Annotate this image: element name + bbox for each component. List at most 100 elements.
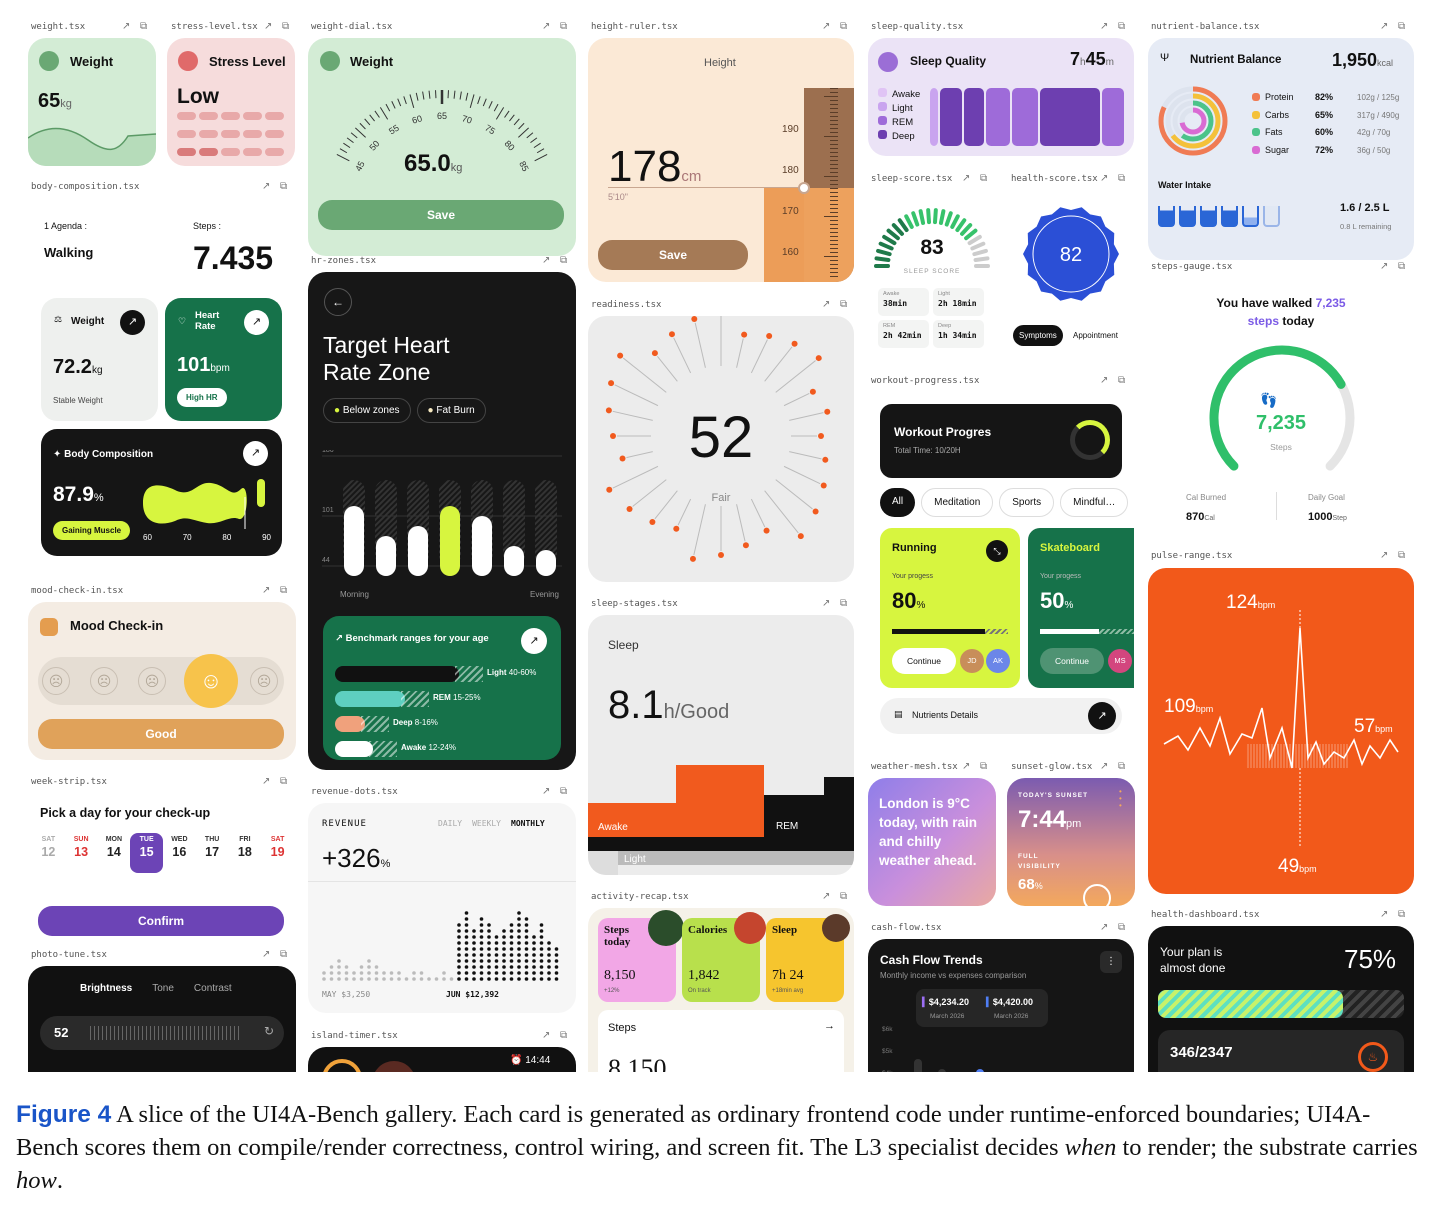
tab-brightness[interactable]: Brightness	[80, 983, 132, 994]
mood-face-icon[interactable]: ☹	[42, 667, 70, 695]
copy-icon[interactable]: ⧉	[1398, 550, 1405, 561]
open-icon[interactable]: ↗	[542, 21, 550, 32]
arrow-icon[interactable]: →	[824, 1020, 835, 1032]
open-icon[interactable]: ↗	[262, 776, 270, 787]
copy-icon[interactable]: ⧉	[980, 761, 987, 772]
steps-detail[interactable]: Steps → 8,150	[598, 1010, 844, 1072]
copy-icon[interactable]: ⧉	[1118, 922, 1125, 933]
open-icon[interactable]: ↗	[262, 181, 270, 192]
appointment-button[interactable]: Appointment	[1073, 325, 1118, 346]
water-cup-icon[interactable]	[1158, 206, 1175, 227]
open-icon[interactable]: ↗	[1380, 550, 1388, 561]
open-icon[interactable]: ↗	[1100, 375, 1108, 386]
tab-weekly[interactable]: WEEKLY	[472, 819, 501, 828]
open-icon[interactable]: ↗	[1100, 922, 1108, 933]
copy-icon[interactable]: ⧉	[840, 299, 847, 310]
day-cell[interactable]: WED 16	[163, 833, 196, 873]
copy-icon[interactable]: ⧉	[840, 598, 847, 609]
open-icon[interactable]: ↗	[822, 598, 830, 609]
copy-icon[interactable]: ⧉	[282, 21, 289, 32]
copy-icon[interactable]: ⧉	[280, 776, 287, 787]
mood-selected-face[interactable]: ☺	[184, 654, 238, 708]
copy-icon[interactable]: ⧉	[560, 1030, 567, 1041]
copy-icon[interactable]: ⧉	[280, 585, 287, 596]
copy-icon[interactable]: ⧉	[560, 21, 567, 32]
copy-icon[interactable]: ⧉	[280, 949, 287, 960]
copy-icon[interactable]: ⧉	[840, 21, 847, 32]
open-icon[interactable]: ↗	[122, 21, 130, 32]
open-icon[interactable]: ↗	[1380, 261, 1388, 272]
open-icon[interactable]: ↗	[822, 299, 830, 310]
open-icon[interactable]: ↗	[264, 21, 272, 32]
brightness-slider[interactable]: 52 ↻	[40, 1016, 284, 1050]
copy-icon[interactable]: ⧉	[1398, 21, 1405, 32]
open-icon[interactable]: ↗	[262, 949, 270, 960]
workout-tab[interactable]: Sports	[999, 488, 1055, 517]
water-cup-icon[interactable]	[1263, 206, 1280, 227]
copy-icon[interactable]: ⧉	[140, 21, 147, 32]
water-cup-icon[interactable]	[1242, 206, 1259, 227]
copy-icon[interactable]: ⧉	[560, 255, 567, 266]
open-icon[interactable]: ↗	[822, 21, 830, 32]
tab-tone[interactable]: Tone	[152, 983, 174, 994]
workout-tab[interactable]: Mindful…	[1060, 488, 1129, 517]
more-icon[interactable]: ⋮	[1100, 951, 1122, 973]
open-icon[interactable]: ↗	[1100, 21, 1108, 32]
mood-face-icon[interactable]: ☹	[90, 667, 118, 695]
running-tile[interactable]: Running ⤡ Your progess 80% Continue JD A…	[880, 528, 1020, 688]
continue-button[interactable]: Continue	[1040, 648, 1104, 674]
open-icon[interactable]: ↗	[262, 585, 270, 596]
day-cell[interactable]: SAT 12	[32, 833, 65, 873]
copy-icon[interactable]: ⧉	[1118, 21, 1125, 32]
composition-tile[interactable]: ✦ Body Composition ↗ 87.9% Gaining Muscl…	[41, 429, 282, 556]
sleep-tile[interactable]: Sleep 7h 24 +18min avg	[766, 914, 850, 1002]
calories-tile[interactable]: Calories 1,842 On track	[682, 912, 766, 1002]
open-icon[interactable]: ↗	[542, 1030, 550, 1041]
expand-icon[interactable]: ⤡	[986, 540, 1008, 562]
back-icon[interactable]: ←	[324, 288, 352, 316]
day-cell[interactable]: TUE 15	[130, 833, 163, 873]
tab-contrast[interactable]: Contrast	[194, 983, 232, 994]
arrow-icon[interactable]: ↗	[244, 310, 269, 335]
copy-icon[interactable]: ⧉	[560, 786, 567, 797]
continue-button[interactable]: Continue	[892, 648, 956, 674]
workout-tab[interactable]: Meditation	[921, 488, 994, 517]
day-cell[interactable]: MON 14	[98, 833, 131, 873]
tab-daily[interactable]: DAILY	[438, 819, 462, 828]
arrow-icon[interactable]: ↗	[521, 628, 547, 654]
arrow-icon[interactable]: ↗	[1088, 702, 1116, 730]
mood-face-icon[interactable]: ☹	[250, 667, 278, 695]
steps-tile[interactable]: Steps today 8,150 +12%	[598, 910, 684, 1002]
open-icon[interactable]: ↗	[962, 173, 970, 184]
copy-icon[interactable]: ⧉	[1118, 375, 1125, 386]
symptoms-button[interactable]: Symptoms	[1013, 325, 1063, 346]
copy-icon[interactable]: ⧉	[980, 173, 987, 184]
day-cell[interactable]: THU 17	[196, 833, 229, 873]
nutrients-details-row[interactable]: ▤ Nutrients Details ↗	[880, 698, 1122, 734]
copy-icon[interactable]: ⧉	[1398, 909, 1405, 920]
weight-tile[interactable]: ⚖ Weight ↗ 72.2kg Stable Weight	[41, 298, 158, 421]
good-button[interactable]: Good	[38, 719, 284, 749]
copy-icon[interactable]: ⧉	[1118, 761, 1125, 772]
skateboard-tile[interactable]: Skateboard Your progess 50% Continue MS	[1028, 528, 1134, 688]
day-cell[interactable]: SUN 13	[65, 833, 98, 873]
copy-icon[interactable]: ⧉	[840, 891, 847, 902]
reset-icon[interactable]: ↻	[264, 1024, 274, 1038]
arrow-icon[interactable]: ↗	[120, 310, 145, 335]
weight-dial-gauge[interactable]: 4550 55 60 65 70 75 8085	[308, 78, 576, 198]
open-icon[interactable]: ↗	[1380, 21, 1388, 32]
open-icon[interactable]: ↗	[1100, 761, 1108, 772]
ruler-handle[interactable]	[798, 182, 810, 194]
confirm-button[interactable]: Confirm	[38, 906, 284, 936]
save-button[interactable]: Save	[598, 240, 748, 270]
workout-tab[interactable]: All	[880, 488, 916, 517]
copy-icon[interactable]: ⧉	[1398, 261, 1405, 272]
water-cup-icon[interactable]	[1200, 206, 1217, 227]
copy-icon[interactable]: ⧉	[1118, 173, 1125, 184]
day-cell[interactable]: SAT 19	[261, 833, 294, 873]
save-button[interactable]: Save	[318, 200, 564, 230]
day-cell[interactable]: FRI 18	[229, 833, 262, 873]
arrow-icon[interactable]: ↗	[243, 441, 268, 466]
heart-rate-tile[interactable]: ♡ Heart Rate ↗ 101bpm High HR	[165, 298, 282, 421]
water-cup-icon[interactable]	[1179, 206, 1196, 227]
